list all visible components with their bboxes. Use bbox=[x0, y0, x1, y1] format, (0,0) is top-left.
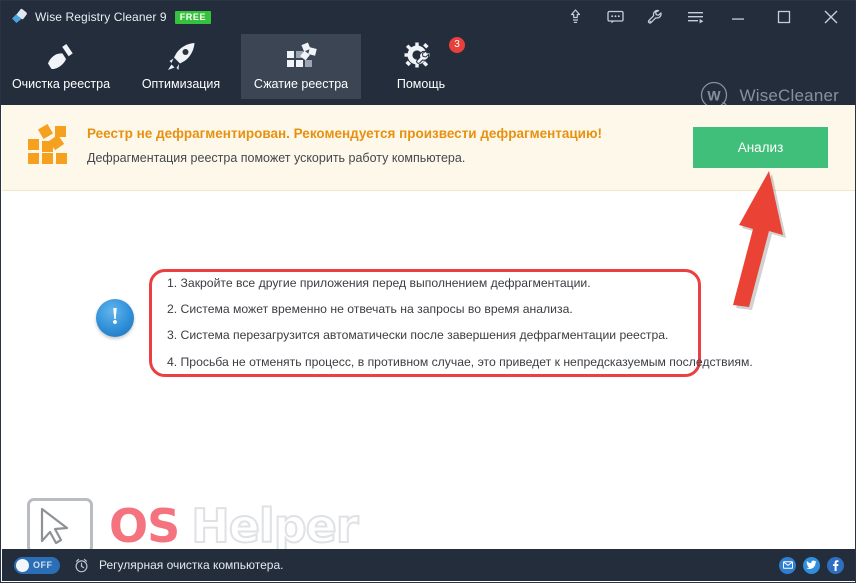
help-badge: 3 bbox=[449, 37, 465, 53]
app-window: Wise Registry Cleaner 9 FREE Очистка рее… bbox=[0, 0, 856, 583]
banner-title: Реестр не дефрагментирован. Рекомендуетс… bbox=[87, 126, 603, 141]
rocket-icon bbox=[165, 40, 197, 73]
broom-icon bbox=[11, 8, 28, 25]
window-controls bbox=[555, 1, 855, 33]
watermark-helper: Helper bbox=[190, 499, 359, 553]
monitor-cursor-icon bbox=[27, 498, 93, 560]
status-message: Регулярная очистка компьютера. bbox=[99, 558, 284, 572]
os-helper-watermark: OS Helper bbox=[27, 498, 360, 560]
toggle-label: OFF bbox=[33, 559, 53, 570]
minimize-button[interactable] bbox=[715, 1, 761, 33]
gear-wrench-icon bbox=[404, 40, 438, 73]
banner-subtitle: Дефрагментация реестра поможет ускорить … bbox=[87, 151, 466, 165]
tools-icon[interactable] bbox=[635, 1, 675, 33]
watermark-os: OS bbox=[109, 499, 180, 553]
social-links bbox=[772, 556, 844, 574]
tab-label: Оптимизация bbox=[141, 77, 221, 91]
instruction-list: 1. Закройте все другие приложения перед … bbox=[167, 276, 753, 369]
tab-registry-defrag[interactable]: Сжатие реестра bbox=[241, 34, 361, 99]
tab-label: Помощь bbox=[396, 77, 446, 91]
list-item: 3. Система перезагрузится автоматически … bbox=[167, 328, 669, 343]
maximize-button[interactable] bbox=[761, 1, 807, 33]
analyze-button[interactable]: Анализ bbox=[693, 127, 828, 168]
toggle-knob bbox=[16, 558, 29, 572]
tab-label: Очистка реестра bbox=[11, 77, 111, 91]
status-bar: OFF Регулярная очистка компьютера. bbox=[2, 549, 855, 581]
broom-icon bbox=[44, 40, 78, 73]
tab-registry-cleaner[interactable]: Очистка реестра bbox=[1, 34, 121, 99]
schedule-toggle[interactable]: OFF bbox=[14, 556, 60, 574]
twitter-icon[interactable] bbox=[803, 556, 820, 574]
upgrade-icon[interactable] bbox=[555, 1, 595, 33]
navigation-bar: Очистка реестра Оптимизация Сжатие реест… bbox=[1, 33, 855, 110]
tab-label: Сжатие реестра bbox=[253, 77, 349, 91]
menu-icon[interactable] bbox=[675, 1, 715, 33]
svg-text:W: W bbox=[708, 88, 722, 104]
title-bar: Wise Registry Cleaner 9 FREE bbox=[1, 1, 855, 33]
tab-optimization[interactable]: Оптимизация bbox=[121, 34, 241, 99]
alarm-clock-icon bbox=[74, 558, 89, 573]
list-item: 1. Закройте все другие приложения перед … bbox=[167, 276, 591, 290]
close-button[interactable] bbox=[807, 1, 855, 33]
feedback-icon[interactable] bbox=[595, 1, 635, 33]
fragmented-blocks-icon bbox=[25, 123, 73, 171]
exclamation-glyph: ! bbox=[111, 304, 119, 330]
brand-label: WiseCleaner bbox=[739, 86, 839, 105]
tab-help[interactable]: Помощь 3 bbox=[361, 34, 481, 99]
exclamation-circle-icon: ! bbox=[96, 299, 134, 337]
facebook-icon[interactable] bbox=[827, 556, 844, 574]
tab-list: Очистка реестра Оптимизация Сжатие реест… bbox=[1, 33, 481, 105]
list-item: 4. Просьба не отменять процесс, в против… bbox=[167, 354, 753, 369]
email-icon[interactable] bbox=[779, 556, 796, 574]
list-item: 2. Система может временно не отвечать на… bbox=[167, 302, 573, 317]
registry-blocks-icon bbox=[285, 40, 317, 73]
window-title: Wise Registry Cleaner 9 bbox=[35, 10, 167, 24]
free-badge: FREE bbox=[174, 10, 212, 24]
